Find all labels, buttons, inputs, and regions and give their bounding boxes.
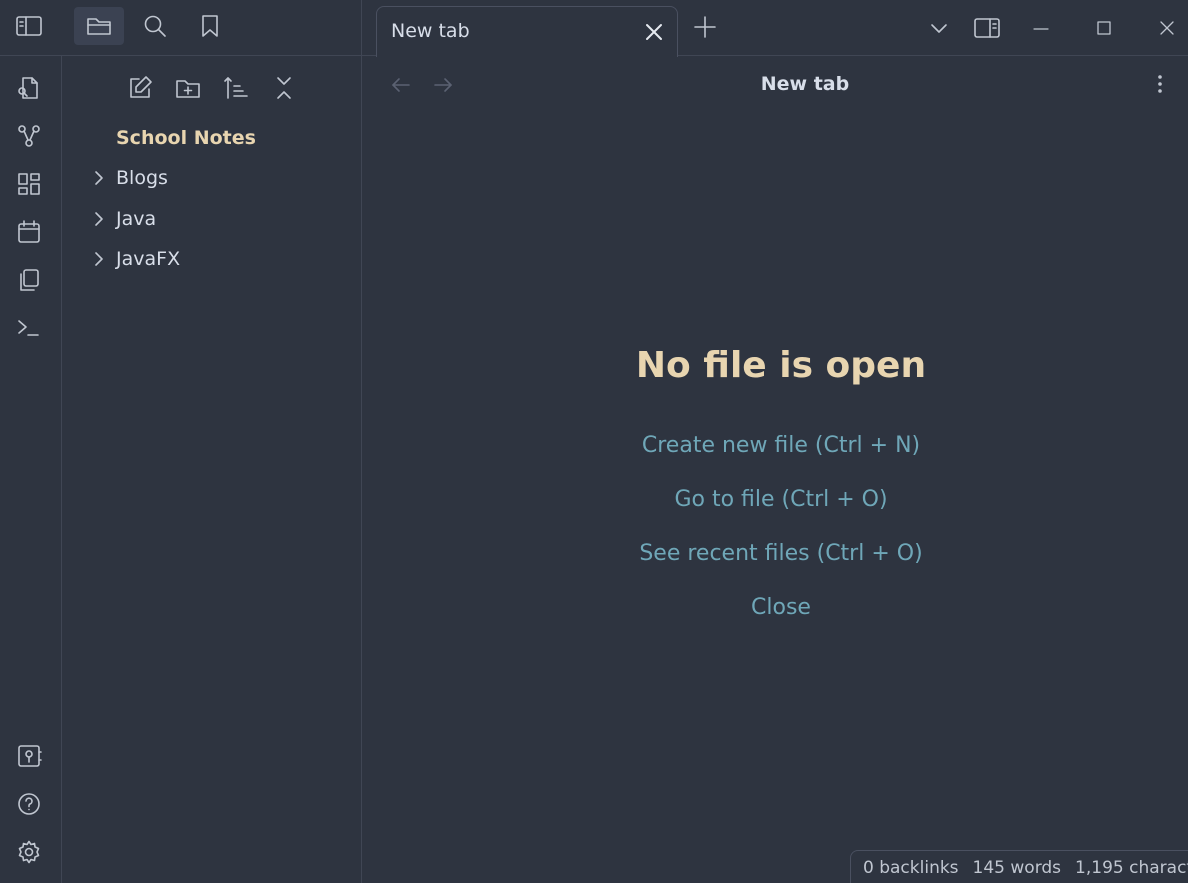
folder-item-java[interactable]: Java xyxy=(90,206,156,232)
sort-icon[interactable] xyxy=(222,74,250,102)
tab-title: New tab xyxy=(391,20,470,42)
go-to-file-link[interactable]: Go to file (Ctrl + O) xyxy=(362,487,1188,512)
see-recent-files-link[interactable]: See recent files (Ctrl + O) xyxy=(362,541,1188,566)
title-bar: New tab xyxy=(0,0,1188,57)
character-count: 1,195 characters xyxy=(1075,857,1188,878)
folder-item-javafx[interactable]: JavaFX xyxy=(90,246,180,272)
right-sidebar-toggle-icon xyxy=(974,18,1000,38)
folder-label: JavaFX xyxy=(116,248,181,270)
chevron-right-icon xyxy=(95,212,103,226)
sidebar-tab-strip xyxy=(0,0,362,56)
close-link[interactable]: Close xyxy=(362,595,1188,620)
new-note-icon[interactable] xyxy=(126,74,154,102)
word-count: 145 words xyxy=(972,857,1062,878)
search-icon xyxy=(144,15,166,37)
window-close-button[interactable] xyxy=(1153,14,1181,42)
daily-note-icon[interactable] xyxy=(16,219,42,245)
new-tab-plus-icon[interactable] xyxy=(692,14,718,40)
graph-view-icon[interactable] xyxy=(16,123,42,149)
tab-list-dropdown-button[interactable] xyxy=(925,14,953,42)
vault-switcher-icon[interactable] xyxy=(16,743,42,769)
new-folder-icon[interactable] xyxy=(174,74,202,102)
window-close-icon xyxy=(1160,21,1174,35)
status-bar: 0 backlinks 145 words 1,195 characters xyxy=(850,850,1188,883)
open-quick-switcher-icon[interactable] xyxy=(16,75,42,101)
folder-icon xyxy=(87,18,111,35)
maximize-icon xyxy=(1097,21,1111,35)
vault-name[interactable]: School Notes xyxy=(116,127,256,149)
sidebar-toggle-icon xyxy=(16,16,42,36)
bookmarks-tab-button[interactable] xyxy=(185,7,235,45)
file-explorer: School Notes Blogs Java JavaFX xyxy=(62,56,362,883)
templates-icon[interactable] xyxy=(16,267,42,293)
create-new-file-link[interactable]: Create new file (Ctrl + N) xyxy=(362,433,1188,458)
tab-new-tab[interactable]: New tab xyxy=(376,6,678,57)
chevron-down-icon xyxy=(931,24,947,33)
minimize-icon xyxy=(1033,28,1049,30)
sidebar-toggle-button[interactable] xyxy=(4,7,54,45)
ribbon xyxy=(0,56,62,883)
empty-state-title: No file is open xyxy=(635,345,927,386)
close-icon[interactable] xyxy=(643,21,665,43)
minimize-button[interactable] xyxy=(1027,14,1055,42)
help-icon[interactable] xyxy=(16,791,42,817)
settings-icon[interactable] xyxy=(16,839,42,865)
collapse-all-icon[interactable] xyxy=(270,74,298,102)
maximize-button[interactable] xyxy=(1090,14,1118,42)
chevron-right-icon xyxy=(95,252,103,266)
search-tab-button[interactable] xyxy=(130,7,180,45)
folder-label: Blogs xyxy=(116,167,168,189)
right-sidebar-toggle-button[interactable] xyxy=(973,14,1001,42)
chevron-right-icon xyxy=(95,171,103,185)
bookmark-icon xyxy=(202,15,218,37)
files-tab-button[interactable] xyxy=(74,7,124,45)
folder-item-blogs[interactable]: Blogs xyxy=(90,165,168,191)
command-palette-icon[interactable] xyxy=(16,315,42,341)
main-view: New tab No file is open Create new file … xyxy=(362,56,1188,883)
view-title: New tab xyxy=(760,73,850,95)
folder-label: Java xyxy=(116,208,157,230)
backlinks-count[interactable]: 0 backlinks xyxy=(863,858,959,878)
more-options-icon[interactable] xyxy=(1150,72,1170,96)
canvas-icon[interactable] xyxy=(16,171,42,197)
